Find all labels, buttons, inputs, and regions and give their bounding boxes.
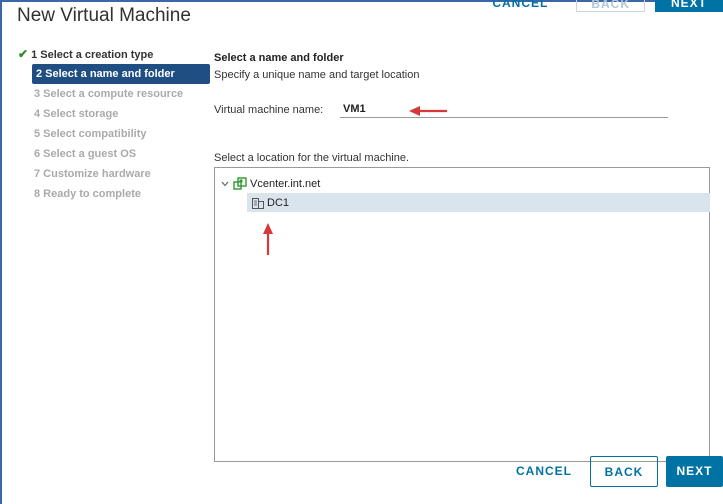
tree-node-label: DC1: [267, 196, 290, 209]
next-button[interactable]: NEXT: [666, 456, 723, 487]
step-label: 6 Select a guest OS: [34, 148, 137, 160]
dialog-title: New Virtual Machine: [17, 5, 191, 26]
step-label: 5 Select compatibility: [34, 128, 147, 140]
top-back-button[interactable]: BACK: [576, 0, 645, 12]
top-next-button[interactable]: NEXT: [655, 0, 723, 12]
vcenter-icon: [233, 177, 247, 190]
datacenter-icon: [252, 197, 264, 209]
check-icon: ✔: [18, 47, 29, 61]
step-label: 8 Ready to complete: [34, 188, 141, 200]
location-label: Select a location for the virtual machin…: [214, 152, 410, 164]
section-title: Select a name and folder: [214, 52, 344, 64]
step-name-folder[interactable]: 2 Select a name and folder: [32, 64, 210, 84]
step-compatibility: 5 Select compatibility: [18, 124, 200, 144]
section-subtitle: Specify a unique name and target locatio…: [214, 69, 420, 81]
step-label: 4 Select storage: [34, 108, 119, 120]
tree-node-dc1[interactable]: DC1: [247, 193, 710, 212]
step-label: 2 Select a name and folder: [36, 68, 175, 80]
annotation-arrow-up-icon: [263, 223, 273, 255]
back-button[interactable]: BACK: [590, 456, 658, 487]
vm-name-input[interactable]: [340, 100, 668, 118]
chevron-down-icon[interactable]: [221, 179, 229, 190]
step-label: 7 Customize hardware: [34, 168, 151, 180]
step-label: 3 Select a compute resource: [34, 88, 184, 100]
top-button-bar: CANCEL BACK NEXT: [478, 0, 723, 12]
step-label: 1 Select a creation type: [31, 49, 154, 61]
tree-node-vcenter[interactable]: Vcenter.int.net: [221, 176, 320, 192]
vm-name-label: Virtual machine name:: [214, 104, 324, 116]
step-creation-type[interactable]: ✔ 1 Select a creation type: [18, 44, 200, 64]
step-storage: 4 Select storage: [18, 104, 200, 124]
step-customize-hardware: 7 Customize hardware: [18, 164, 200, 184]
window-frame-left: [0, 0, 2, 504]
annotation-arrow-left-icon: [409, 106, 447, 116]
location-tree[interactable]: Vcenter.int.net DC1: [214, 167, 710, 462]
step-compute-resource: 3 Select a compute resource: [18, 84, 200, 104]
wizard-steps: ✔ 1 Select a creation type 2 Select a nam…: [18, 44, 210, 204]
cancel-button[interactable]: CANCEL: [507, 456, 581, 487]
top-cancel-button[interactable]: CANCEL: [478, 0, 562, 12]
step-ready-to-complete: 8 Ready to complete: [18, 184, 200, 204]
step-guest-os: 6 Select a guest OS: [18, 144, 200, 164]
tree-node-label: Vcenter.int.net: [250, 178, 321, 190]
footer-buttons: CANCEL BACK NEXT: [0, 454, 723, 504]
